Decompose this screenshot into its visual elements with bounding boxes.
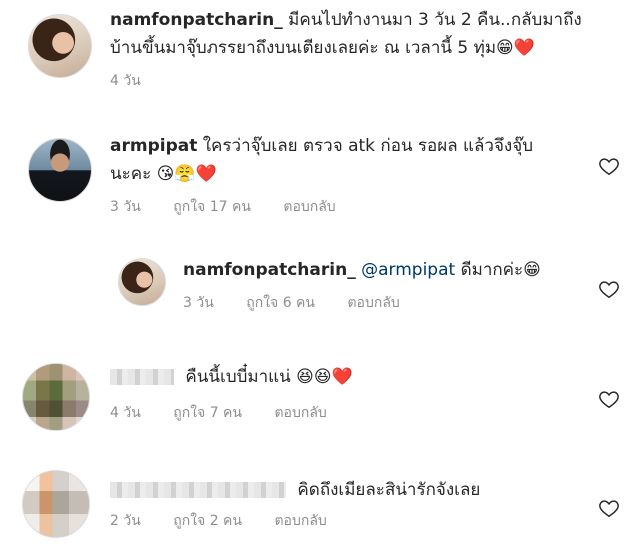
username[interactable]: namfonpatcharin_: [183, 260, 356, 280]
comment-meta: 2 วัน ถูกใจ 2 คน ตอบกลับ: [110, 510, 355, 532]
comment-text: namfonpatcharin_ @armpipat ดีมากค่ะ😁: [183, 256, 603, 284]
avatar[interactable]: [118, 258, 166, 306]
timestamp[interactable]: 2 วัน: [110, 513, 141, 529]
blurred-username[interactable]: [110, 369, 174, 385]
avatar[interactable]: [28, 14, 92, 78]
emoji-group: 😁: [523, 260, 541, 280]
comment-meta: 3 วัน ถูกใจ 17 คน ตอบกลับ: [110, 196, 364, 218]
reply-button[interactable]: ตอบกลับ: [347, 295, 399, 311]
username[interactable]: armpipat: [110, 136, 197, 156]
comment-meta: 3 วัน ถูกใจ 6 คน ตอบกลับ: [183, 292, 428, 314]
emoji-group: 😆😆❤️: [296, 367, 353, 387]
comment-text: namfonpatcharin_ มีคนไปทำงานมา 3 วัน 2 ค…: [110, 6, 630, 62]
reply-button[interactable]: ตอบกลับ: [283, 199, 335, 215]
comment-body-line2: นะคะ: [110, 164, 152, 184]
avatar[interactable]: [22, 470, 90, 538]
blurred-username[interactable]: [110, 482, 286, 498]
comment-text: คิดถึงเมียละสิน่ารักจังเลย: [110, 476, 590, 504]
likes-count[interactable]: ถูกใจ 17 คน: [173, 199, 251, 215]
heart-icon[interactable]: [598, 155, 620, 177]
comment-body: ใครว่าจุ๊บเลย ตรวจ atk ก่อน รอผล แล้วจึง…: [202, 136, 533, 156]
comment-1: namfonpatcharin_ มีคนไปทำงานมา 3 วัน 2 ค…: [0, 0, 640, 100]
timestamp[interactable]: 3 วัน: [110, 199, 141, 215]
comment-5: คิดถึงเมียละสิน่ารักจังเลย 2 วัน ถูกใจ 2…: [0, 462, 640, 551]
heart-icon[interactable]: [598, 388, 620, 410]
comment-text: armpipat ใครว่าจุ๊บเลย ตรวจ atk ก่อน รอผ…: [110, 132, 580, 188]
comment-meta: 4 วัน ถูกใจ 7 คน ตอบกลับ: [110, 402, 355, 424]
likes-count[interactable]: ถูกใจ 6 คน: [246, 295, 315, 311]
likes-count[interactable]: ถูกใจ 7 คน: [173, 405, 242, 421]
likes-count[interactable]: ถูกใจ 2 คน: [173, 513, 242, 529]
timestamp[interactable]: 4 วัน: [110, 73, 141, 89]
comment-body: ดีมากค่ะ: [460, 260, 524, 280]
comment-text: คืนนี้เบบี๋มาแน่ 😆😆❤️: [110, 363, 590, 391]
reply-button[interactable]: ตอบกลับ: [274, 513, 326, 529]
comment-body: คืนนี้เบบี๋มาแน่: [185, 367, 291, 387]
comment-body: มีคนไปทำงานมา 3 วัน 2 คืน..กลับมาถึง: [288, 10, 582, 30]
timestamp[interactable]: 4 วัน: [110, 405, 141, 421]
emoji-group: 😘😤❤️: [156, 164, 217, 184]
avatar[interactable]: [22, 363, 90, 431]
reply-button[interactable]: ตอบกลับ: [274, 405, 326, 421]
emoji-group: 😁❤️: [496, 38, 535, 58]
comment-meta: 4 วัน: [110, 70, 169, 92]
timestamp[interactable]: 3 วัน: [183, 295, 214, 311]
heart-icon[interactable]: [598, 497, 620, 519]
avatar[interactable]: [28, 138, 92, 202]
comment-body-line2: บ้านขึ้นมาจุ๊บภรรยาถึงบนเตียงเลยค่ะ ณ เว…: [110, 38, 497, 58]
comment-body: คิดถึงเมียละสิน่ารักจังเลย: [297, 480, 481, 500]
username[interactable]: namfonpatcharin_: [110, 10, 283, 30]
comment-3-reply: namfonpatcharin_ @armpipat ดีมากค่ะ😁 3 ว…: [0, 250, 640, 340]
mention-link[interactable]: @armpipat: [361, 260, 455, 280]
heart-icon[interactable]: [598, 278, 620, 300]
comment-4: คืนนี้เบบี๋มาแน่ 😆😆❤️ 4 วัน ถูกใจ 7 คน ต…: [0, 355, 640, 445]
comment-2: armpipat ใครว่าจุ๊บเลย ตรวจ atk ก่อน รอผ…: [0, 120, 640, 230]
